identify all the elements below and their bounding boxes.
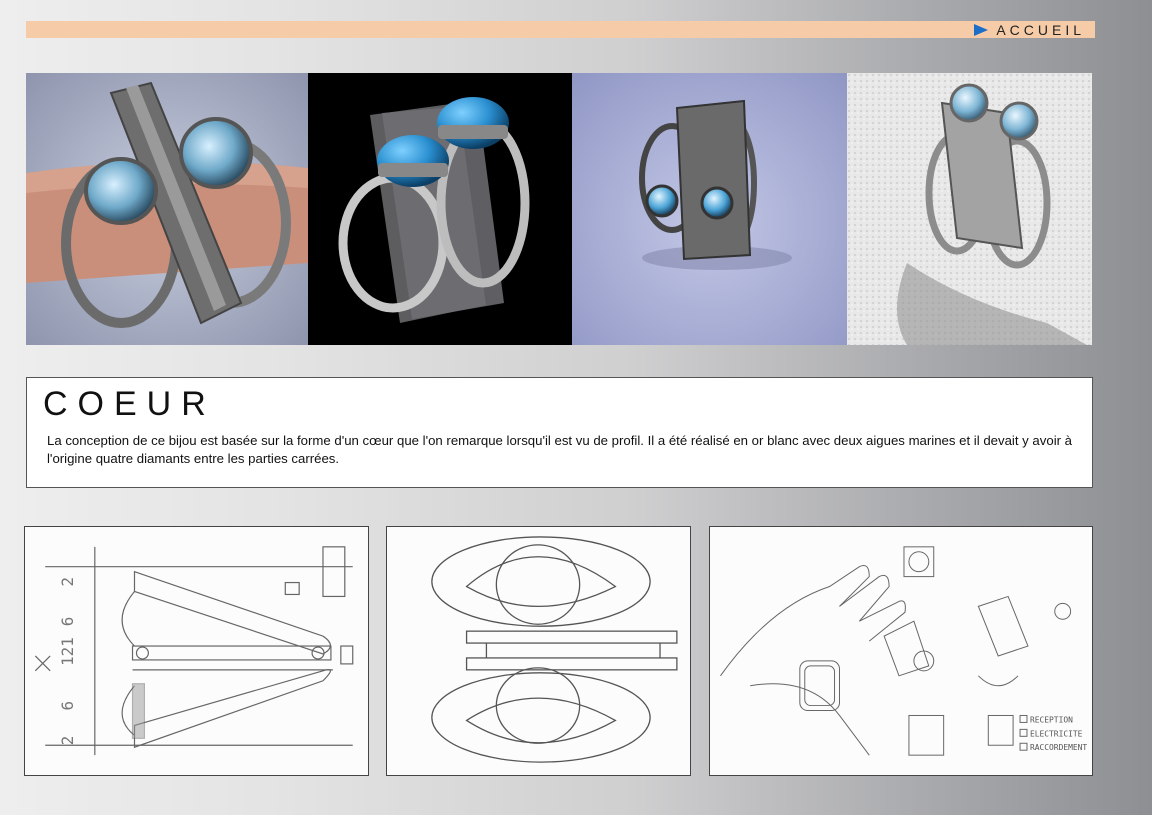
- arrow-right-icon: [974, 23, 989, 36]
- sketch-label-electricite: ELECTRICITE: [1030, 729, 1083, 738]
- sketch-profile-view: 2 6 121 6 2: [24, 526, 369, 776]
- svg-text:6: 6: [58, 701, 77, 711]
- svg-text:2: 2: [58, 577, 77, 587]
- accueil-label: ACCUEIL: [996, 21, 1085, 38]
- description-text: La conception de ce bijou est basée sur …: [47, 433, 1073, 466]
- sketch-hand-studies: RECEPTION ELECTRICITE RACCORDEMENT: [709, 526, 1093, 776]
- svg-text:2: 2: [58, 736, 77, 746]
- photo-ring-blue-background: [572, 73, 847, 345]
- photo-ring-stone-surface: [847, 73, 1092, 345]
- sketch-label-raccordement: RACCORDEMENT: [1030, 743, 1087, 752]
- sketch-top-view: [386, 526, 691, 776]
- description-box: COEUR La conception de ce bijou est basé…: [26, 377, 1093, 488]
- sketch-label-reception: RECEPTION: [1030, 715, 1073, 724]
- photo-ring-on-finger: [26, 73, 308, 345]
- top-bar: ACCUEIL: [26, 21, 1095, 38]
- svg-text:121: 121: [58, 637, 77, 666]
- page-title: COEUR: [43, 385, 216, 423]
- svg-text:6: 6: [58, 617, 77, 627]
- photo-ring-3d-render: [308, 73, 572, 345]
- accueil-link[interactable]: ACCUEIL: [974, 21, 1085, 38]
